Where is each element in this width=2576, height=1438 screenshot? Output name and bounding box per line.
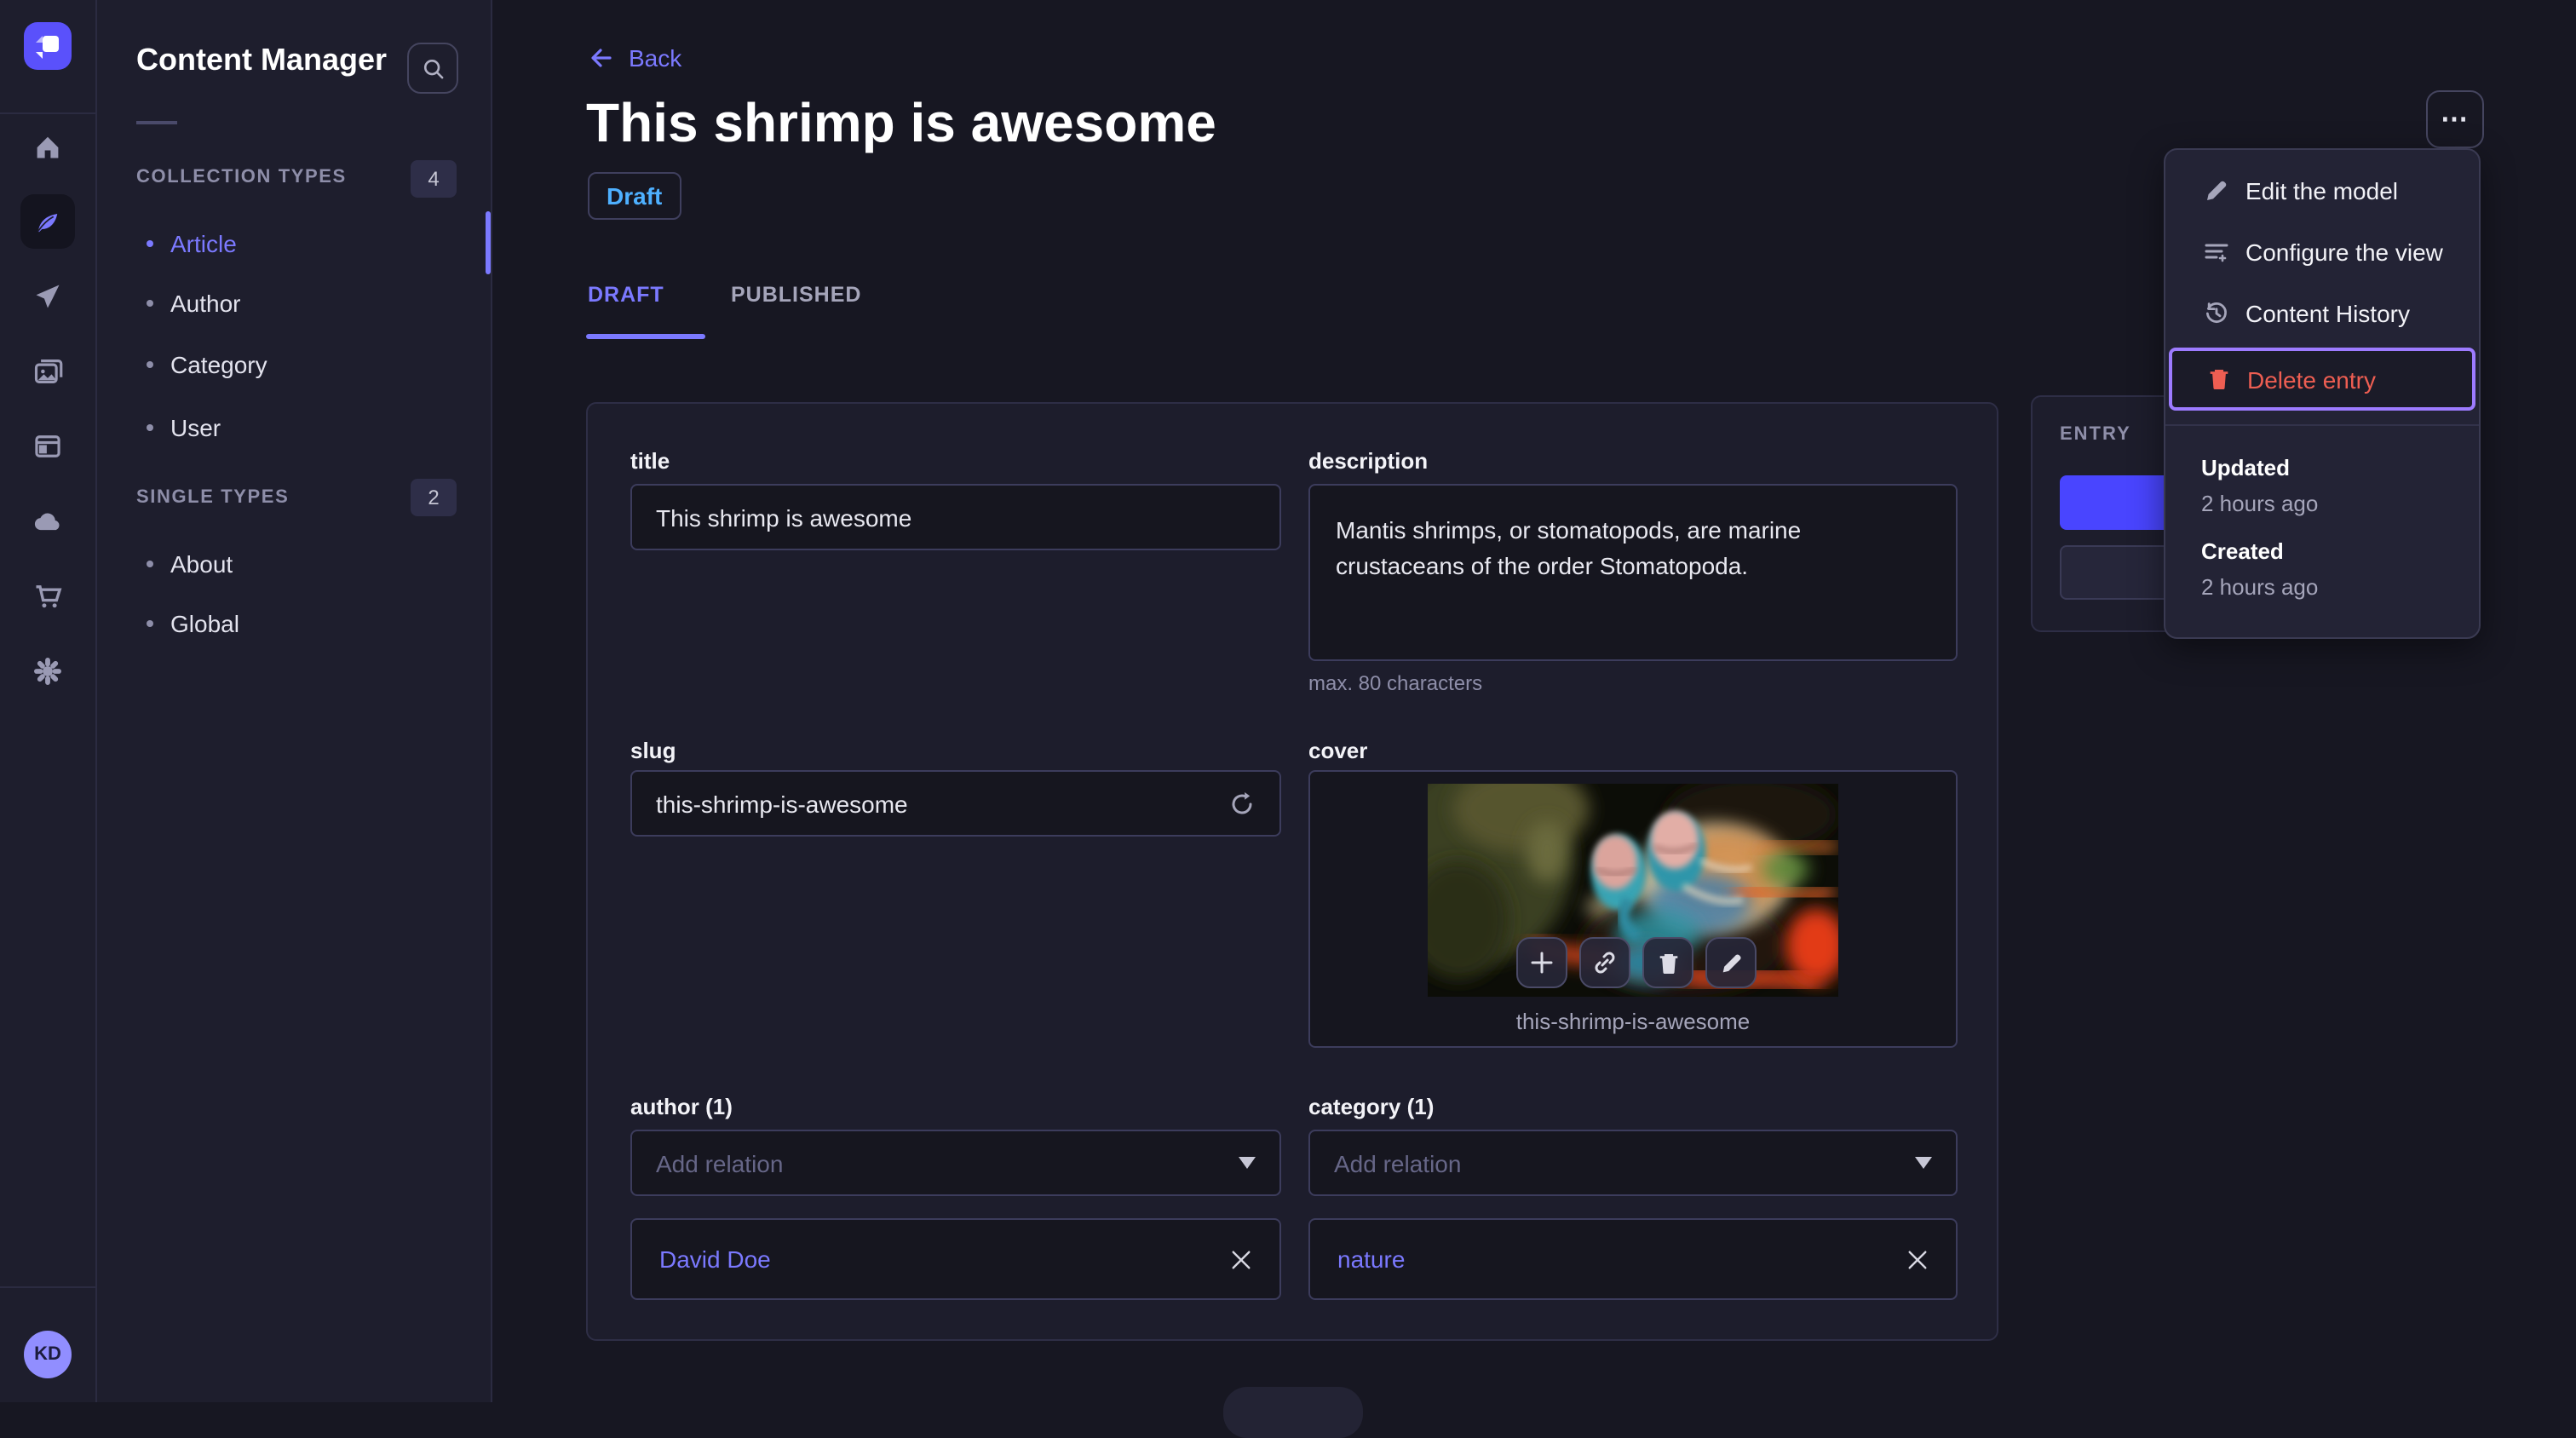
author-relation-select[interactable]: Add relation <box>630 1130 1281 1196</box>
home-icon[interactable] <box>20 119 75 174</box>
cover-asset-box: this-shrimp-is-awesome <box>1308 770 1958 1048</box>
bottom-pill[interactable] <box>1223 1387 1363 1438</box>
chevron-down-icon <box>1915 1157 1932 1169</box>
title-field-label: title <box>630 448 670 474</box>
bullet-icon <box>147 300 153 307</box>
search-icon <box>420 55 446 81</box>
sidebar: Content Manager COLLECTION TYPES 4 Artic… <box>95 0 492 1402</box>
ellipsis-icon: ⋯ <box>2441 106 2470 135</box>
content-type-builder-icon[interactable] <box>20 419 75 474</box>
tab-draft[interactable]: DRAFT <box>588 283 664 307</box>
created-value: 2 hours ago <box>2201 574 2319 600</box>
collection-types-count-badge: 4 <box>411 160 457 198</box>
single-types-count-badge: 2 <box>411 479 457 516</box>
description-field-label: description <box>1308 448 1429 474</box>
copy-link-button[interactable] <box>1579 937 1630 988</box>
relation-link-nature[interactable]: nature <box>1337 1245 1405 1273</box>
author-relation-item: David Doe <box>630 1218 1281 1300</box>
cover-image-mantis-shrimp[interactable] <box>1428 784 1838 997</box>
sidebar-item-article[interactable]: Article <box>95 213 491 274</box>
sidebar-item-global[interactable]: Global <box>95 593 491 654</box>
divider <box>0 112 95 114</box>
releases-send-icon[interactable] <box>20 269 75 324</box>
deploy-cloud-icon[interactable] <box>20 494 75 549</box>
nav-rail: KD <box>0 0 97 1402</box>
sidebar-item-about[interactable]: About <box>95 533 491 595</box>
sidebar-item-user[interactable]: User <box>95 397 491 458</box>
menu-item-configure-view[interactable]: Configure the view <box>2165 221 2479 283</box>
bullet-icon <box>147 561 153 567</box>
menu-item-edit-model[interactable]: Edit the model <box>2165 160 2479 221</box>
cover-field-label: cover <box>1308 738 1368 763</box>
section-single-types: SINGLE TYPES <box>136 487 290 508</box>
chevron-down-icon <box>1239 1157 1256 1169</box>
search-button[interactable] <box>407 43 458 94</box>
category-relation-item: nature <box>1308 1218 1958 1300</box>
plus-icon <box>1528 949 1555 976</box>
bullet-icon <box>147 240 153 247</box>
content-manager-feather-icon[interactable] <box>20 194 75 249</box>
slug-field-label: slug <box>630 738 676 763</box>
category-field-label: category (1) <box>1308 1094 1435 1119</box>
menu-item-content-history[interactable]: Content History <box>2165 283 2479 344</box>
section-collection-types: COLLECTION TYPES <box>136 167 347 187</box>
bullet-icon <box>147 424 153 431</box>
regenerate-icon[interactable] <box>1228 790 1256 817</box>
entry-panel-label: ENTRY <box>2060 424 2131 445</box>
menu-item-delete-entry[interactable]: Delete entry <box>2169 348 2475 411</box>
bullet-icon <box>147 620 153 627</box>
sidebar-item-author[interactable]: Author <box>95 273 491 334</box>
settings-gear-icon[interactable] <box>20 644 75 699</box>
title-input[interactable]: This shrimp is awesome <box>630 484 1281 550</box>
relation-link-david-doe[interactable]: David Doe <box>659 1245 771 1273</box>
created-label: Created <box>2201 538 2284 564</box>
description-hint: max. 80 characters <box>1308 671 1483 695</box>
trash-icon <box>1655 950 1681 975</box>
more-actions-menu: Edit the model Configure the view Conten… <box>2164 148 2481 639</box>
remove-relation-icon[interactable] <box>1906 1248 1929 1270</box>
slug-input[interactable]: this-shrimp-is-awesome <box>630 770 1281 837</box>
divider <box>2165 424 2479 426</box>
trash-icon <box>2206 366 2232 392</box>
configure-list-icon <box>2203 239 2230 266</box>
strapi-logo[interactable] <box>24 22 72 70</box>
bullet-icon <box>147 361 153 368</box>
description-textarea[interactable]: Mantis shrimps, or stomatopods, are mari… <box>1308 484 1958 661</box>
add-asset-button[interactable] <box>1516 937 1567 988</box>
sidebar-title: Content Manager <box>136 43 388 77</box>
active-tab-underline <box>586 334 705 339</box>
media-library-icon[interactable] <box>20 344 75 399</box>
divider <box>0 1286 95 1288</box>
divider <box>136 121 177 124</box>
avatar-initials: KD <box>34 1344 61 1365</box>
pencil-icon <box>2203 177 2230 204</box>
category-relation-select[interactable]: Add relation <box>1308 1130 1958 1196</box>
arrow-left-icon <box>588 44 615 72</box>
more-actions-button[interactable]: ⋯ <box>2426 90 2484 148</box>
edit-form-card: title This shrimp is awesome description… <box>586 402 1998 1341</box>
back-link[interactable]: Back <box>588 44 681 72</box>
updated-label: Updated <box>2201 455 2290 480</box>
active-item-indicator <box>486 211 491 274</box>
app-root: KD Content Manager COLLECTION TYPES 4 Ar… <box>0 0 2576 1438</box>
pencil-icon <box>1718 950 1744 975</box>
remove-relation-icon[interactable] <box>1230 1248 1252 1270</box>
cover-filename: this-shrimp-is-awesome <box>1515 1009 1751 1034</box>
delete-asset-button[interactable] <box>1642 937 1693 988</box>
history-clock-icon <box>2203 300 2230 327</box>
tab-published[interactable]: PUBLISHED <box>731 283 861 307</box>
status-badge: Draft <box>588 172 681 220</box>
updated-value: 2 hours ago <box>2201 491 2319 516</box>
user-avatar[interactable]: KD <box>24 1331 72 1378</box>
page-title: This shrimp is awesome <box>586 92 1216 153</box>
author-field-label: author (1) <box>630 1094 733 1119</box>
link-icon <box>1591 949 1619 976</box>
sidebar-item-category[interactable]: Category <box>95 334 491 395</box>
edit-asset-button[interactable] <box>1705 937 1757 988</box>
marketplace-cart-icon[interactable] <box>20 569 75 624</box>
